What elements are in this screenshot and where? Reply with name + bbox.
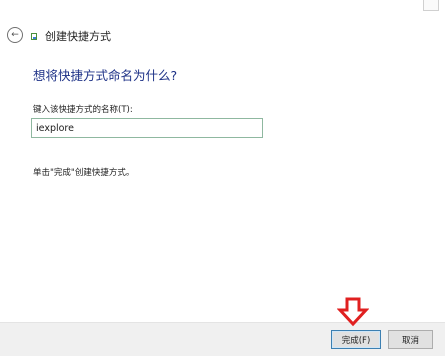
- back-button[interactable]: ←: [7, 27, 23, 43]
- shortcut-name-input[interactable]: [31, 118, 263, 138]
- finish-button[interactable]: 完成(F): [331, 330, 381, 349]
- red-down-arrow-icon: [337, 297, 369, 327]
- shortcut-name-label: 键入该快捷方式的名称(T):: [33, 105, 133, 115]
- window-close-button[interactable]: [423, 0, 439, 11]
- wizard-title: 创建快捷方式: [45, 30, 111, 43]
- back-arrow-icon: ←: [11, 29, 19, 40]
- finish-hint-text: 单击"完成"创建快捷方式。: [33, 168, 135, 178]
- shortcut-icon: [31, 33, 37, 40]
- page-heading: 想将快捷方式命名为什么?: [33, 68, 178, 83]
- cancel-button[interactable]: 取消: [388, 330, 433, 349]
